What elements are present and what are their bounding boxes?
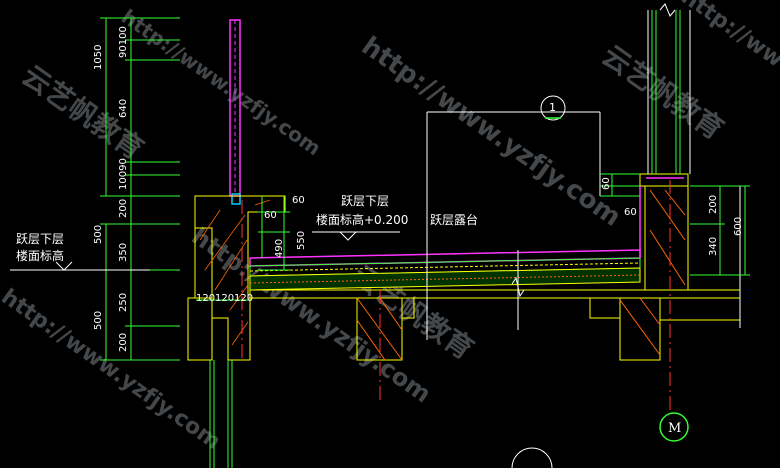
dim-right-60-top: 60 bbox=[601, 177, 612, 190]
dim-slab-60b: 60 bbox=[264, 210, 277, 221]
watermark-url-2: http://www.yzfjy.com bbox=[117, 4, 325, 160]
right-dimension-lines bbox=[600, 173, 750, 276]
dim-slab-490: 490 bbox=[274, 239, 285, 258]
dim-wall-120b: 120 bbox=[215, 293, 234, 304]
section-detail-drawing: http://www.yzfjy.com http://www.yzfjy.co… bbox=[0, 0, 780, 468]
watermark-cn-1: 云艺帆教育 bbox=[16, 59, 150, 166]
dim-200-bottom: 200 bbox=[118, 333, 129, 352]
center-level-line1: 跃层下层 bbox=[341, 194, 389, 208]
watermark-layer: http://www.yzfjy.com http://www.yzfjy.co… bbox=[0, 0, 780, 455]
left-level-mark: 跃层下层 楼面标高 bbox=[10, 232, 150, 271]
dim-right-200: 200 bbox=[708, 195, 719, 214]
dim-wall-120c: 120 bbox=[234, 293, 253, 304]
dim-right-340: 340 bbox=[708, 237, 719, 256]
slab-beams bbox=[356, 297, 661, 361]
section-mark: 1 bbox=[540, 95, 566, 121]
watermark-cn-2: 云艺帆教育 bbox=[596, 39, 730, 146]
terrace-label: 跃层露台 bbox=[430, 212, 478, 227]
terrace-slab bbox=[249, 249, 741, 299]
dim-350: 350 bbox=[118, 243, 129, 262]
right-dimension-texts: 60 60 200 340 600 bbox=[601, 177, 744, 256]
railing bbox=[229, 19, 241, 205]
center-labels: 跃层下层 楼面标高+0.200 跃层露台 bbox=[312, 194, 478, 241]
lower-left-wall bbox=[209, 360, 233, 468]
left-dimension-chain bbox=[100, 17, 180, 361]
watermark-url-1: http://www.yzfjy.com bbox=[356, 31, 626, 233]
watermark-url-4: http://www.yzfjy.com bbox=[0, 284, 225, 454]
dim-slab-60a: 60 bbox=[292, 195, 305, 206]
dim-90100: 90100 bbox=[118, 26, 129, 58]
dim-slab-550: 550 bbox=[296, 231, 307, 250]
axis-mark: M bbox=[659, 412, 689, 442]
dim-wall-120a: 120 bbox=[196, 293, 215, 304]
dim-1050: 1050 bbox=[93, 45, 104, 70]
dim-right-60-inner: 60 bbox=[624, 207, 637, 218]
bottom-partial-circle bbox=[511, 447, 553, 468]
left-dimension-texts: 1050 90100 640 10090 200 500 350 500 250… bbox=[93, 26, 129, 352]
dim-200-top: 200 bbox=[118, 199, 129, 218]
dim-right-600: 600 bbox=[733, 217, 744, 236]
dim-500-middle: 500 bbox=[93, 225, 104, 244]
left-level-line1: 跃层下层 bbox=[16, 232, 64, 246]
cad-drawing-canvas: http://www.yzfjy.com http://www.yzfjy.co… bbox=[0, 0, 780, 468]
dim-500-lower: 500 bbox=[93, 311, 104, 330]
dim-250: 250 bbox=[118, 293, 129, 312]
center-level-line2: 楼面标高+0.200 bbox=[316, 212, 408, 227]
left-level-line2: 楼面标高 bbox=[16, 248, 64, 263]
section-mark-number: 1 bbox=[549, 101, 556, 114]
dim-10090: 10090 bbox=[118, 158, 129, 190]
axis-mark-letter: M bbox=[668, 421, 681, 436]
dim-640: 640 bbox=[118, 99, 129, 118]
